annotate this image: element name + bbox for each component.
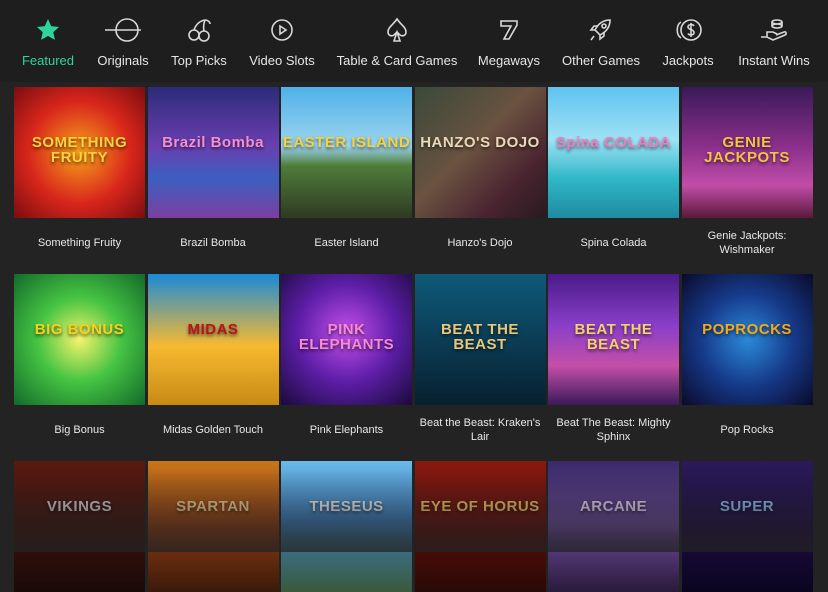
game-thumbnail[interactable]: THESEUS [281, 461, 412, 592]
game-logo-text: VIKINGS [46, 498, 113, 515]
game-tile[interactable]: SOMETHING FRUITY Something Fruity [14, 87, 145, 249]
game-tile[interactable]: SUPER [681, 461, 813, 592]
game-title[interactable]: Brazil Bomba [148, 236, 279, 250]
game-tile[interactable]: EASTER ISLAND Easter Island [281, 87, 412, 249]
game-thumbnail[interactable]: HANZO'S DOJO [414, 87, 546, 218]
cherries-icon [186, 15, 212, 45]
tab-label: Featured [21, 53, 75, 68]
game-title[interactable]: Something Fruity [14, 236, 145, 250]
game-thumbnail[interactable]: EYE OF HORUS [414, 461, 546, 592]
game-tile[interactable]: THESEUS [281, 461, 412, 592]
tab-label: Jackpots [662, 53, 714, 68]
game-logo-text: Brazil Bomba [162, 134, 264, 151]
game-tile[interactable]: BEAT THE BEAST Beat the Beast: Kraken's L… [414, 274, 546, 443]
tab-label: Video Slots [249, 53, 315, 68]
game-logo-text: Spina COLADA [555, 134, 672, 151]
game-thumbnail[interactable]: GENIE JACKPOTS [681, 87, 813, 218]
game-thumbnail[interactable]: MIDAS [147, 274, 279, 405]
game-logo-text: BIG BONUS [34, 321, 125, 338]
originals-icon [103, 15, 143, 45]
game-thumbnail[interactable]: ARCANE [548, 461, 679, 592]
game-tile[interactable]: PINK ELEPHANTS Pink Elephants [281, 274, 412, 436]
tab-table-card-games[interactable]: Table & Card Games [334, 0, 460, 82]
game-logo-text: EYE OF HORUS [420, 498, 540, 515]
tab-top-picks[interactable]: Top Picks [166, 0, 232, 82]
game-title[interactable]: Big Bonus [14, 423, 145, 437]
game-thumbnail[interactable]: BEAT THE BEAST [414, 274, 546, 405]
game-logo-text: PINK ELEPHANTS [298, 321, 395, 353]
tab-label: Originals [97, 53, 149, 68]
game-logo-text: THESEUS [309, 498, 384, 515]
tab-label: Instant Wins [738, 53, 810, 68]
game-thumbnail[interactable]: VIKINGS [14, 461, 145, 592]
game-title[interactable]: Pop Rocks [682, 423, 813, 437]
game-tile[interactable]: BIG BONUS Big Bonus [14, 274, 145, 436]
tab-megaways[interactable]: Megaways [474, 0, 544, 82]
tab-other-games[interactable]: Other Games [560, 0, 642, 82]
game-title[interactable]: Spina Colada [548, 236, 679, 250]
game-tile[interactable]: ARCANE [548, 461, 679, 592]
game-tile[interactable]: HANZO'S DOJO Hanzo's Dojo [414, 87, 546, 249]
game-thumbnail[interactable]: SUPER [681, 461, 813, 592]
game-thumbnail[interactable]: SPARTAN [147, 461, 279, 592]
tab-originals[interactable]: Originals [90, 0, 156, 82]
tab-instant-wins[interactable]: Instant Wins [732, 0, 816, 82]
game-tile[interactable]: SPARTAN [147, 461, 279, 592]
game-logo-text: SUPER [719, 498, 775, 515]
tab-label: Megaways [477, 53, 541, 68]
play-icon [270, 15, 294, 45]
hand-coins-icon [759, 15, 789, 45]
game-thumbnail[interactable]: Brazil Bomba [147, 87, 279, 218]
game-tile[interactable]: POPROCKS Pop Rocks [681, 274, 813, 436]
game-logo-text: BEAT THE BEAST [441, 321, 519, 353]
tab-label: Top Picks [171, 53, 227, 68]
game-title[interactable]: Beat the Beast: Kraken's Lair [415, 416, 546, 444]
game-logo-text: EASTER ISLAND [282, 134, 411, 151]
game-thumbnail[interactable]: POPROCKS [681, 274, 813, 405]
tab-video-slots[interactable]: Video Slots [244, 0, 320, 82]
game-tile[interactable]: EYE OF HORUS [414, 461, 546, 592]
game-thumbnail[interactable]: BIG BONUS [14, 274, 145, 405]
game-tile[interactable]: MIDAS Midas Golden Touch [147, 274, 279, 436]
game-logo-text: POPROCKS [702, 321, 792, 338]
game-title[interactable]: Easter Island [281, 236, 412, 250]
game-logo-text: MIDAS [187, 321, 239, 338]
rocket-icon [588, 15, 614, 45]
game-title[interactable]: Beat The Beast: Mighty Sphinx [548, 416, 679, 444]
game-logo-text: SOMETHING FRUITY [31, 134, 128, 166]
game-title[interactable]: Pink Elephants [281, 423, 412, 437]
game-logo-text: ARCANE [579, 498, 648, 515]
seven-icon [498, 15, 520, 45]
star-icon [37, 15, 59, 45]
game-thumbnail[interactable]: Spina COLADA [548, 87, 679, 218]
tab-label: Table & Card Games [336, 53, 458, 68]
game-tile[interactable]: Spina COLADA Spina Colada [548, 87, 679, 249]
game-tile[interactable]: BEAT THE BEAST Beat The Beast: Mighty Sph… [548, 274, 679, 443]
category-nav: Featured Originals Top Picks Video Slots… [0, 0, 828, 82]
spade-icon [385, 15, 409, 45]
game-thumbnail[interactable]: PINK ELEPHANTS [281, 274, 412, 405]
game-tile[interactable]: VIKINGS [14, 461, 145, 592]
game-thumbnail[interactable]: EASTER ISLAND [281, 87, 412, 218]
game-title[interactable]: Midas Golden Touch [148, 423, 279, 437]
dollar-coins-icon [673, 15, 703, 45]
game-thumbnail[interactable]: SOMETHING FRUITY [14, 87, 145, 218]
game-logo-text: GENIE JACKPOTS [704, 134, 790, 166]
game-logo-text: SPARTAN [176, 498, 250, 515]
game-title[interactable]: Hanzo's Dojo [415, 236, 546, 250]
game-thumbnail[interactable]: BEAT THE BEAST [548, 274, 679, 405]
game-logo-text: BEAT THE BEAST [574, 321, 653, 353]
game-tile[interactable]: Brazil Bomba Brazil Bomba [147, 87, 279, 249]
tab-label: Other Games [561, 53, 641, 68]
game-title[interactable]: Genie Jackpots: Wishmaker [682, 229, 813, 257]
game-logo-text: HANZO'S DOJO [420, 134, 540, 151]
tab-jackpots[interactable]: Jackpots [656, 0, 720, 82]
tab-featured[interactable]: Featured [10, 0, 86, 82]
game-tile[interactable]: GENIE JACKPOTS Genie Jackpots: Wishmaker [681, 87, 813, 256]
